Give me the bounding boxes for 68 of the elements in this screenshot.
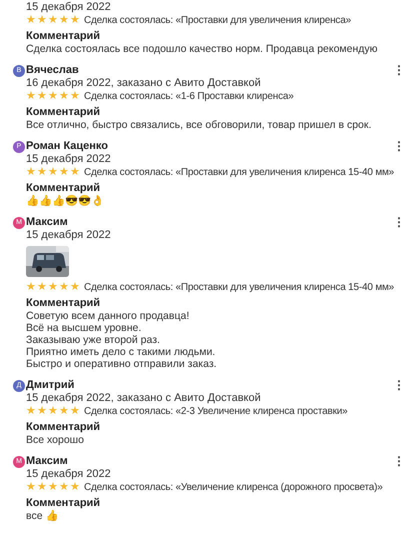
star-icon: ★ [48, 14, 58, 27]
star-icon: ★ [26, 166, 36, 179]
deal-status: Сделка состоялась: «Проставки для увеличения клиренса» [84, 14, 351, 27]
comment-text: Все отлично, быстро связались, все обговорили, товар пришел в срок. [26, 119, 372, 131]
star-icon: ★ [48, 90, 58, 103]
reviewer-name: Максим [26, 455, 68, 468]
comment-heading: Комментарий [26, 106, 102, 119]
comment-text: Всё на высшем уровне. [26, 322, 142, 334]
reviewer-name: Вячеслав [26, 64, 79, 77]
star-icon: ★ [70, 90, 80, 103]
star-icon: ★ [59, 166, 69, 179]
comment-text: Заказываю уже второй раз. [26, 334, 161, 346]
star-icon: ★ [59, 14, 69, 27]
star-icon: ★ [26, 281, 36, 294]
star-icon: ★ [37, 481, 47, 494]
review-date: 15 декабря 2022 [26, 1, 112, 14]
star-icon: ★ [37, 90, 47, 103]
review-date: 15 декабря 2022 [26, 153, 112, 166]
more-menu-button[interactable]: ⋮ [391, 216, 407, 229]
star-icon: ★ [26, 14, 36, 27]
star-icon: ★ [48, 166, 58, 179]
comment-heading: Комментарий [26, 182, 102, 195]
review-date: 16 декабря 2022, заказано с Авито Доставкой [26, 77, 262, 90]
deal-status: Сделка состоялась: «Проставки для увеличения клиренса 15-40 мм» [84, 281, 394, 294]
comment-text: Быстро и оперативно отправили заказ. [26, 358, 218, 370]
star-icon: ★ [37, 166, 47, 179]
star-icon: ★ [70, 405, 80, 418]
deal-status: Сделка состоялась: «Увеличение клиренса (дорожного просвета)» [84, 481, 383, 494]
star-icon: ★ [26, 90, 36, 103]
deal-status: Сделка состоялась: «1-6 Проставки клиренса» [84, 90, 294, 103]
star-icon: ★ [48, 281, 58, 294]
comment-heading: Комментарий [26, 497, 102, 510]
reviewer-name: Роман Каценко [26, 140, 108, 153]
reviewer-name: Дмитрий [26, 379, 74, 392]
star-icon: ★ [70, 281, 80, 294]
star-icon: ★ [70, 166, 80, 179]
comment-text: все 👍 [26, 510, 60, 522]
more-menu-button[interactable]: ⋮ [391, 455, 407, 468]
star-icon: ★ [48, 405, 58, 418]
star-icon: ★ [48, 481, 58, 494]
comment-heading: Комментарий [26, 297, 102, 310]
deal-status: Сделка состоялась: «2-3 Увеличение клиренса проставки» [84, 405, 348, 418]
star-icon: ★ [37, 281, 47, 294]
star-icon: ★ [37, 14, 47, 27]
comment-text: Сделка состоялась все подошло качество норм. Продавца рекомендую [26, 43, 379, 55]
comment-text: Приятно иметь дело с такими людьми. [26, 346, 216, 358]
star-icon: ★ [70, 481, 80, 494]
comment-text: Советую всем данного продавца! [26, 310, 190, 322]
more-menu-button[interactable]: ⋮ [391, 140, 407, 153]
comment-heading: Комментарий [26, 30, 102, 43]
star-icon: ★ [26, 405, 36, 418]
star-icon: ★ [59, 481, 69, 494]
star-icon: ★ [59, 281, 69, 294]
comment-text: Все хорошо [26, 434, 85, 446]
star-icon: ★ [59, 90, 69, 103]
review-date: 15 декабря 2022 [26, 229, 112, 242]
more-menu-button[interactable]: ⋮ [391, 379, 407, 392]
more-menu-button[interactable]: ⋮ [391, 64, 407, 77]
reviewer-name: Максим [26, 216, 68, 229]
star-icon: ★ [59, 405, 69, 418]
star-icon: ★ [70, 14, 80, 27]
comment-heading: Комментарий [26, 421, 102, 434]
deal-status: Сделка состоялась: «Проставки для увеличения клиренса 15-40 мм» [84, 166, 394, 179]
star-icon: ★ [37, 405, 47, 418]
star-icon: ★ [26, 481, 36, 494]
review-date: 15 декабря 2022, заказано с Авито Доставкой [26, 392, 262, 405]
review-date: 15 декабря 2022 [26, 468, 112, 481]
comment-text: 👍👍👍😎😎👌 [26, 195, 105, 207]
